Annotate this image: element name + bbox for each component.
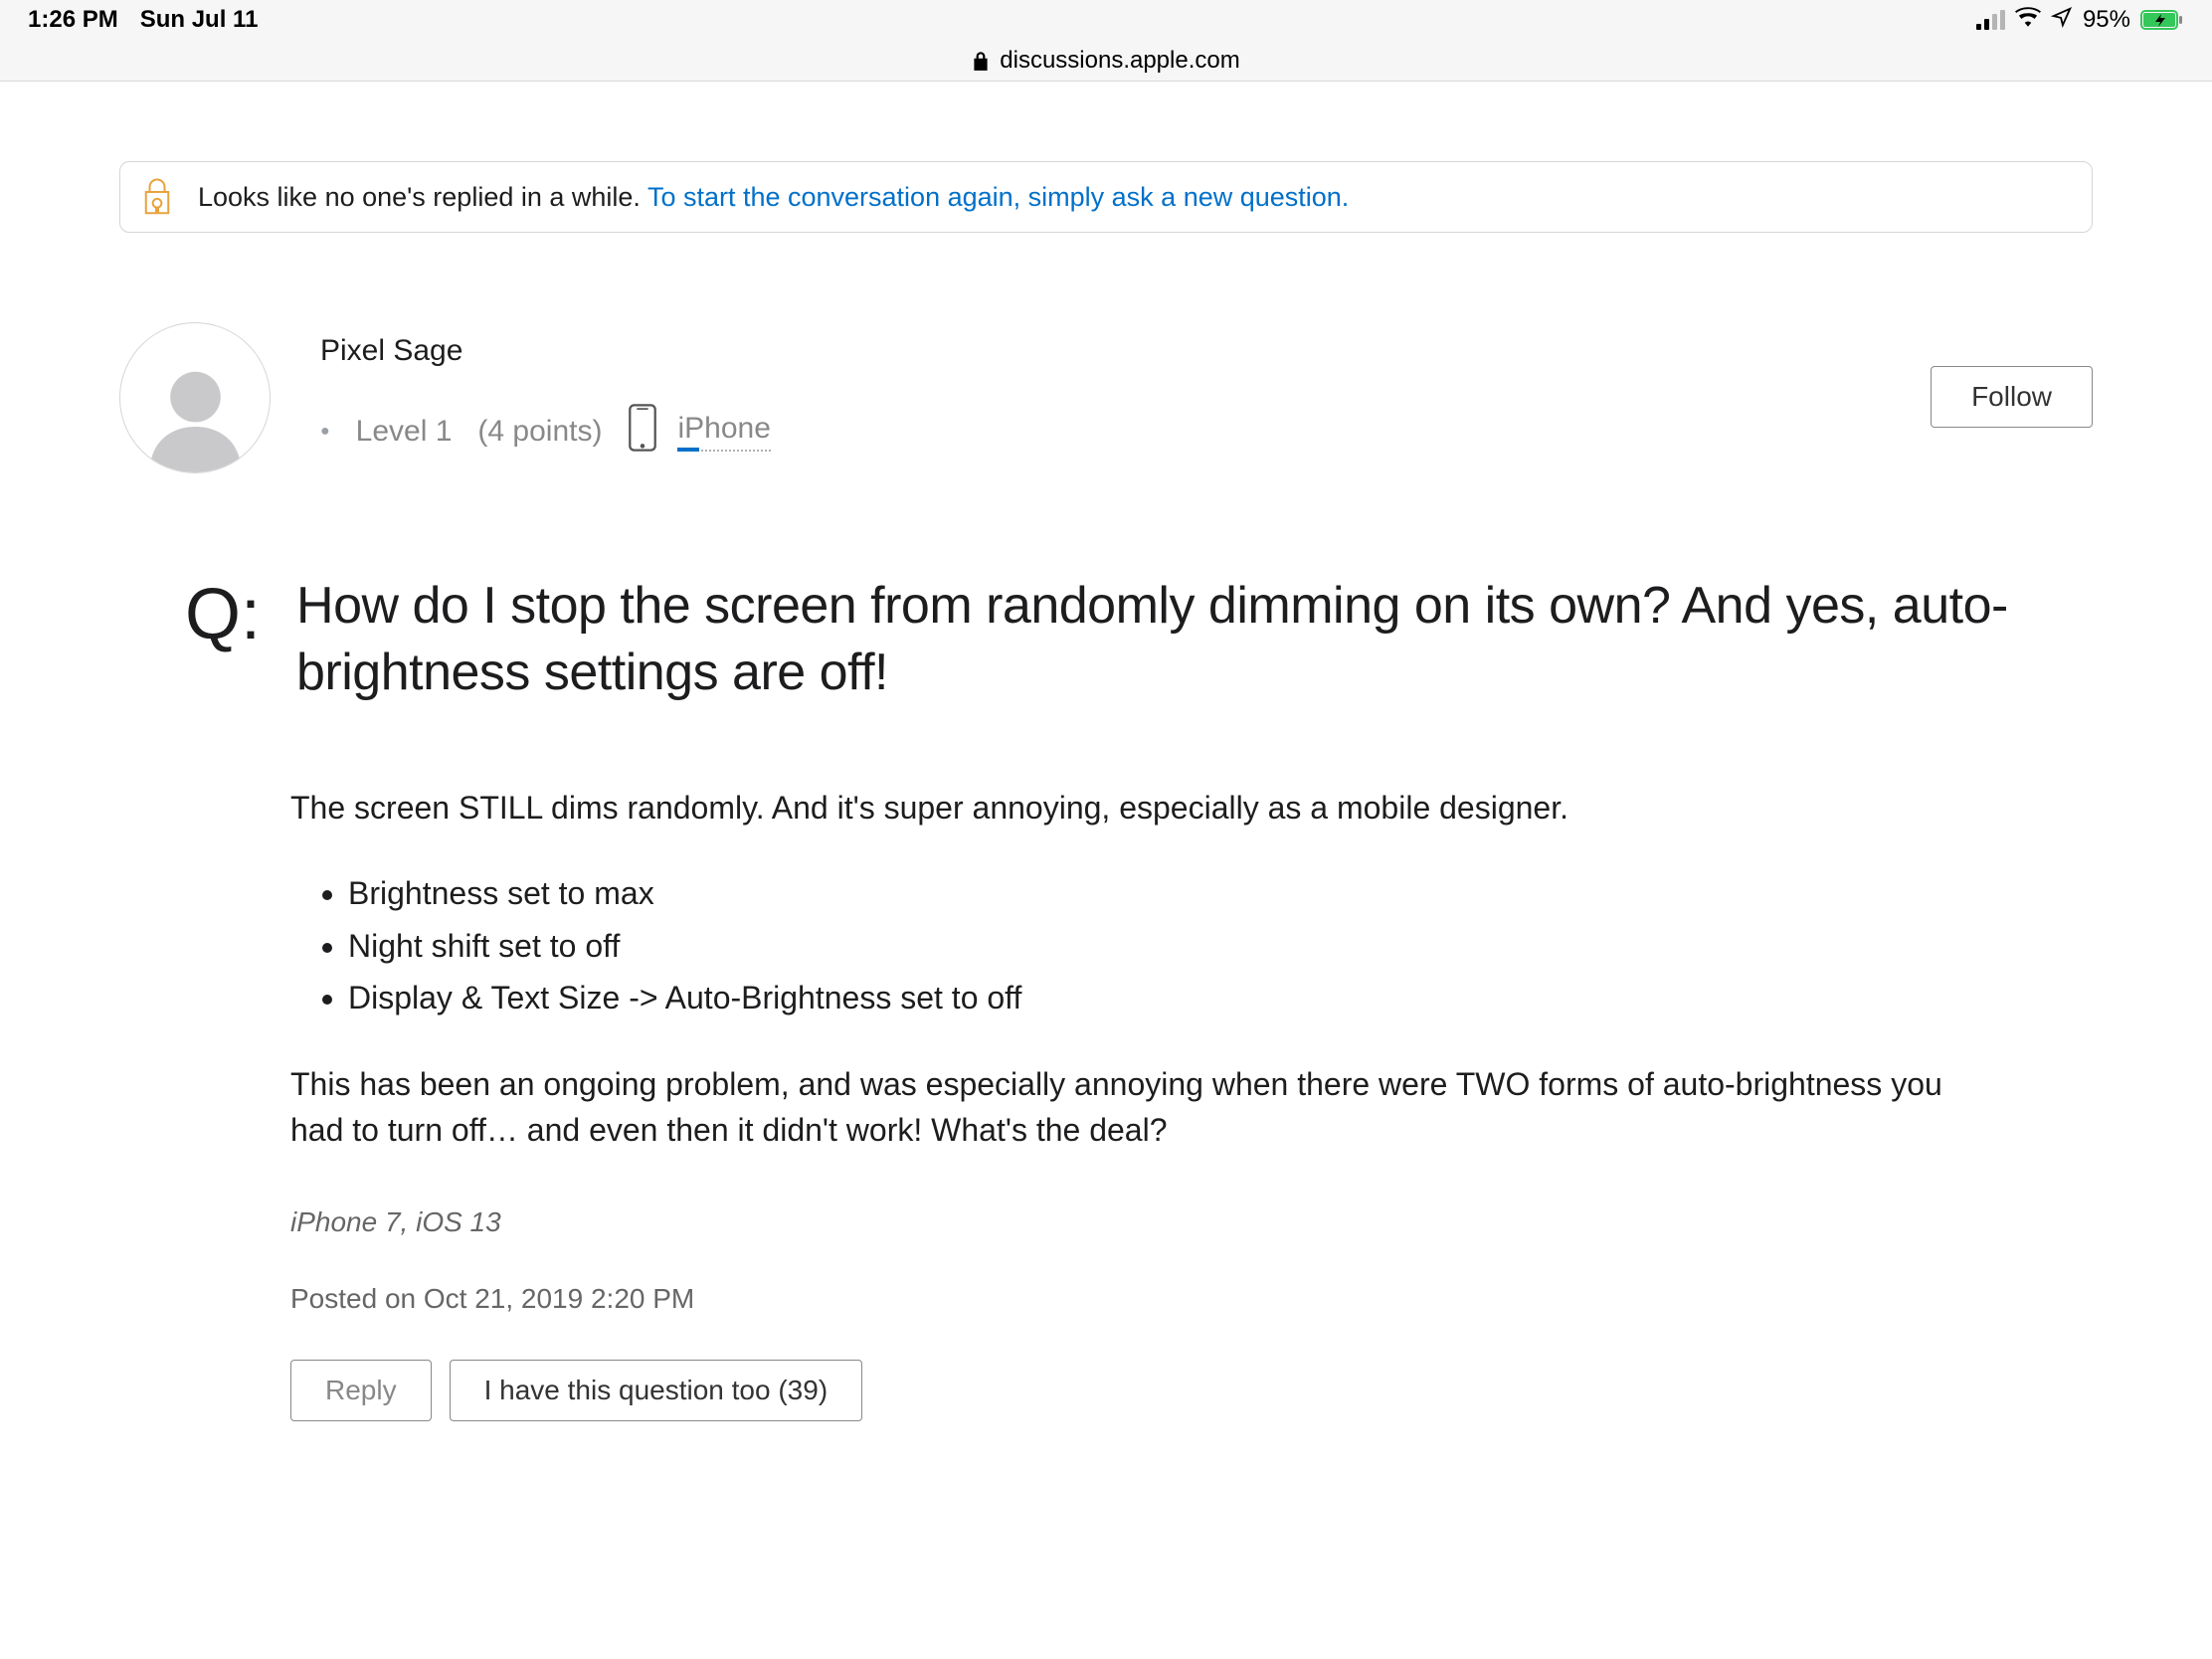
status-bar: 1:26 PM Sun Jul 11 95% — [0, 0, 2212, 40]
question-marker: Q: — [119, 573, 261, 705]
question-title: How do I stop the screen from randomly d… — [296, 573, 2093, 705]
battery-icon — [2140, 9, 2184, 31]
iphone-icon — [628, 404, 657, 460]
url-domain: discussions.apple.com — [1000, 47, 1239, 75]
author-username[interactable]: Pixel Sage — [320, 334, 771, 368]
location-icon — [2051, 6, 2073, 35]
bullet-icon: ● — [320, 423, 330, 441]
list-item: Display & Text Size -> Auto-Brightness s… — [348, 975, 1961, 1020]
post-device-meta: iPhone 7, iOS 13 — [290, 1202, 1961, 1243]
author-device[interactable]: iPhone — [677, 412, 770, 452]
notice-text: Looks like no one's replied in a while. — [198, 182, 647, 212]
status-date: Sun Jul 11 — [140, 6, 259, 34]
battery-percentage: 95% — [2083, 6, 2130, 34]
question-intro: The screen STILL dims randomly. And it's… — [290, 785, 1961, 830]
avatar[interactable] — [119, 322, 271, 473]
padlock-icon — [142, 176, 172, 218]
author-points: (4 points) — [477, 415, 602, 449]
cellular-signal-icon — [1976, 10, 2005, 30]
list-item: Night shift set to off — [348, 923, 1961, 969]
author-level: Level 1 — [356, 415, 453, 449]
wifi-icon — [2015, 6, 2041, 34]
lock-icon — [972, 50, 990, 72]
status-time: 1:26 PM — [28, 6, 118, 34]
stale-thread-notice: Looks like no one's replied in a while. … — [119, 161, 2093, 233]
question-block: Q: How do I stop the screen from randoml… — [119, 573, 2093, 705]
post-date-meta: Posted on Oct 21, 2019 2:20 PM — [290, 1279, 1961, 1320]
follow-button[interactable]: Follow — [1931, 366, 2093, 428]
me-too-button[interactable]: I have this question too (39) — [450, 1360, 863, 1421]
url-bar[interactable]: discussions.apple.com — [0, 40, 2212, 82]
list-item: Brightness set to max — [348, 870, 1961, 916]
question-bullet-list: Brightness set to max Night shift set to… — [290, 870, 1961, 1020]
question-body: The screen STILL dims randomly. And it's… — [290, 785, 1961, 1421]
question-outro: This has been an ongoing problem, and wa… — [290, 1061, 1961, 1154]
reply-button[interactable]: Reply — [290, 1360, 432, 1421]
ask-new-question-link[interactable]: To start the conversation again, simply … — [647, 182, 1349, 212]
author-header: Pixel Sage ● Level 1 (4 points) iPhone F… — [119, 322, 2093, 473]
